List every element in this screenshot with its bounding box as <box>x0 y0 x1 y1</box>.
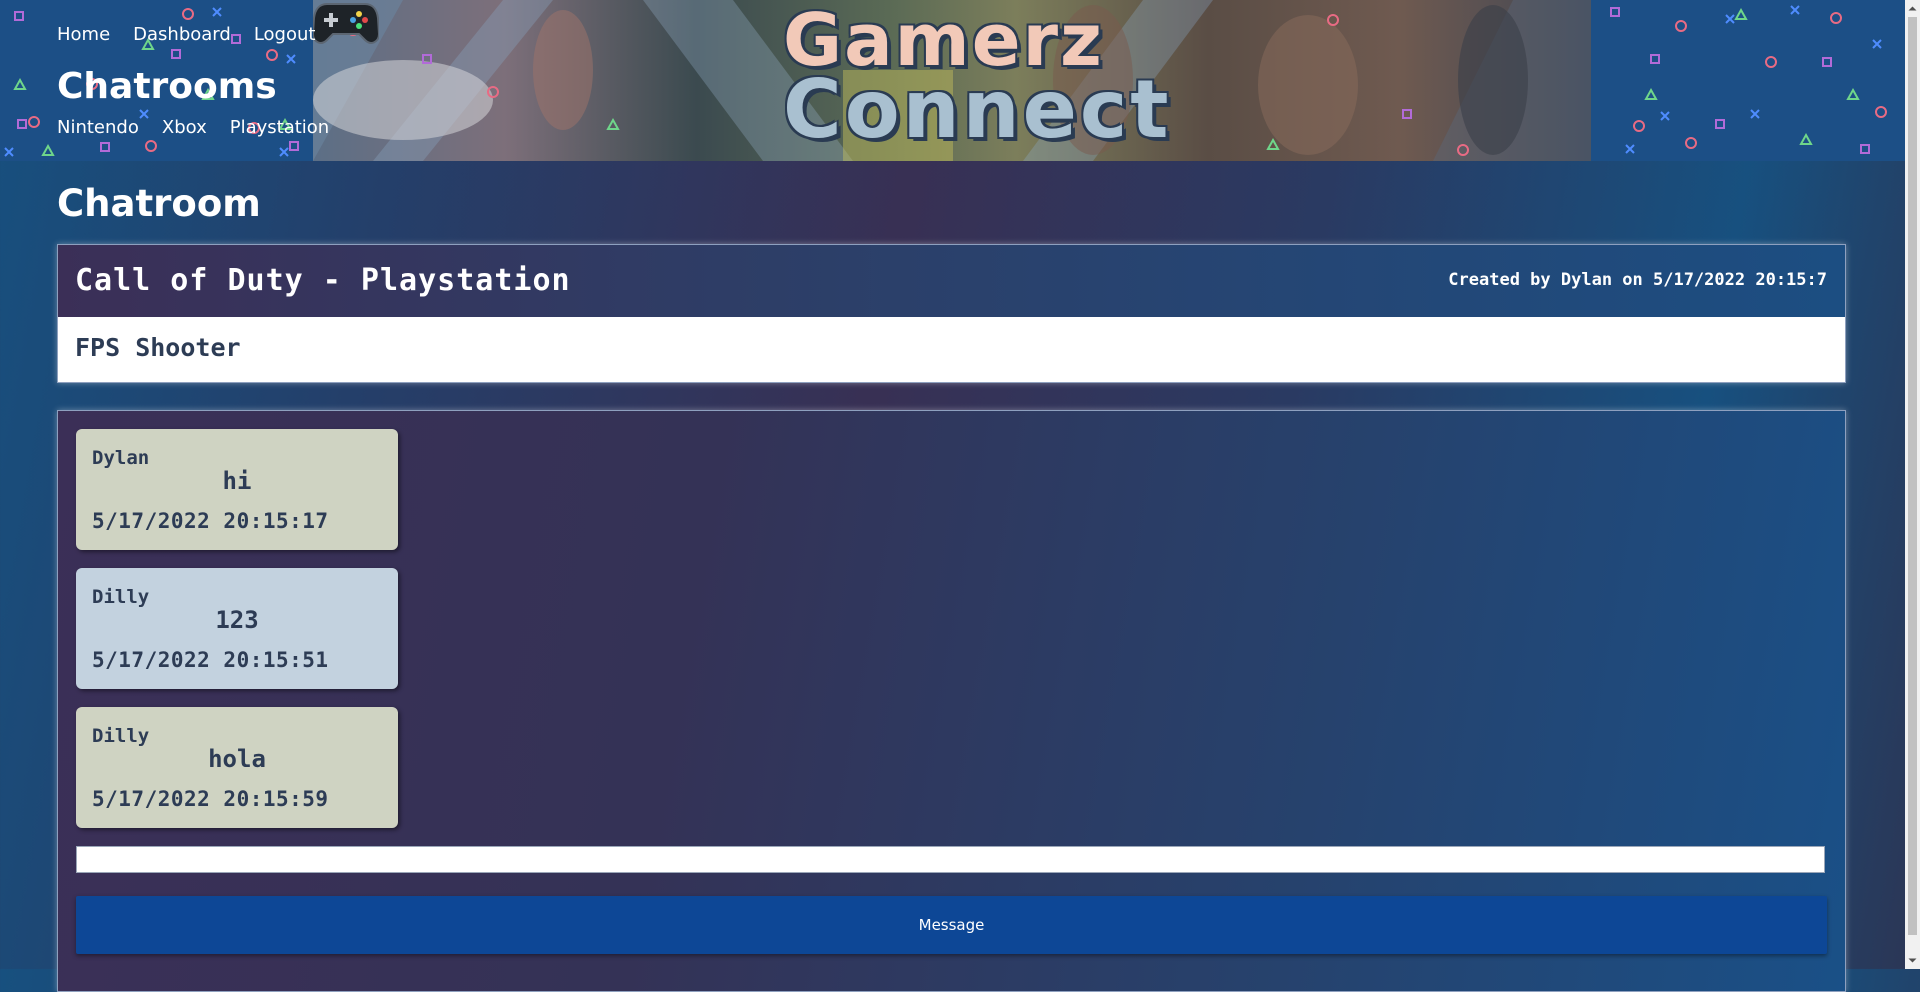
site-title: Chatrooms <box>57 66 277 107</box>
message-text: hola <box>208 745 266 773</box>
message-timestamp: 5/17/2022 20:15:59 <box>92 787 329 811</box>
scroll-up-arrow-icon[interactable] <box>1905 0 1920 17</box>
message-timestamp: 5/17/2022 20:15:51 <box>92 648 329 672</box>
scroll-down-arrow-icon[interactable] <box>1905 952 1920 969</box>
message-author: Dylan <box>92 447 150 469</box>
chatroom-description: FPS Shooter <box>75 333 241 362</box>
header-pattern-right <box>1591 0 1905 161</box>
message-author: Dilly <box>92 586 150 608</box>
nav-xbox-link[interactable]: Xbox <box>162 117 207 138</box>
message-timestamp: 5/17/2022 20:15:17 <box>92 509 329 533</box>
nav-playstation-link[interactable]: Playstation <box>230 117 329 138</box>
chatroom-info-card: Call of Duty - Playstation Created by Dy… <box>57 244 1846 383</box>
platform-nav: Nintendo Xbox Playstation <box>57 117 352 138</box>
header-banner: Gamerz Connect <box>313 0 1591 161</box>
main-nav: Home Dashboard Logout <box>57 24 338 45</box>
chatroom-title: Call of Duty - Playstation <box>75 263 571 298</box>
game-symbols-pattern <box>1610 5 1887 154</box>
message-text: 123 <box>215 606 259 634</box>
message-card: Dylan hi 5/17/2022 20:15:17 <box>76 429 398 550</box>
site-logo: Gamerz Connect <box>783 4 1172 150</box>
site-header: Gamerz Connect Home Dashboard Logout Cha… <box>0 0 1920 161</box>
message-text: hi <box>222 467 252 495</box>
nav-home-link[interactable]: Home <box>57 24 110 45</box>
chat-panel: Dylan hi 5/17/2022 20:15:17 Dilly 123 5/… <box>57 410 1846 992</box>
chatroom-created-info: Created by Dylan on 5/17/2022 20:15:7 <box>1448 270 1827 290</box>
send-message-button[interactable]: Message <box>76 896 1827 954</box>
scrollbar-thumb[interactable] <box>1908 17 1917 935</box>
logo-line-2: Connect <box>783 63 1172 156</box>
nav-nintendo-link[interactable]: Nintendo <box>57 117 139 138</box>
chatroom-info-header: Call of Duty - Playstation Created by Dy… <box>58 245 1845 317</box>
message-author: Dilly <box>92 725 150 747</box>
message-card: Dilly hola 5/17/2022 20:15:59 <box>76 707 398 828</box>
message-card: Dilly 123 5/17/2022 20:15:51 <box>76 568 398 689</box>
page-title: Chatroom <box>57 182 261 225</box>
page-scrollbar[interactable] <box>1905 0 1920 969</box>
message-input[interactable] <box>76 846 1825 873</box>
nav-dashboard-link[interactable]: Dashboard <box>133 24 231 45</box>
nav-logout-link[interactable]: Logout <box>254 24 316 45</box>
